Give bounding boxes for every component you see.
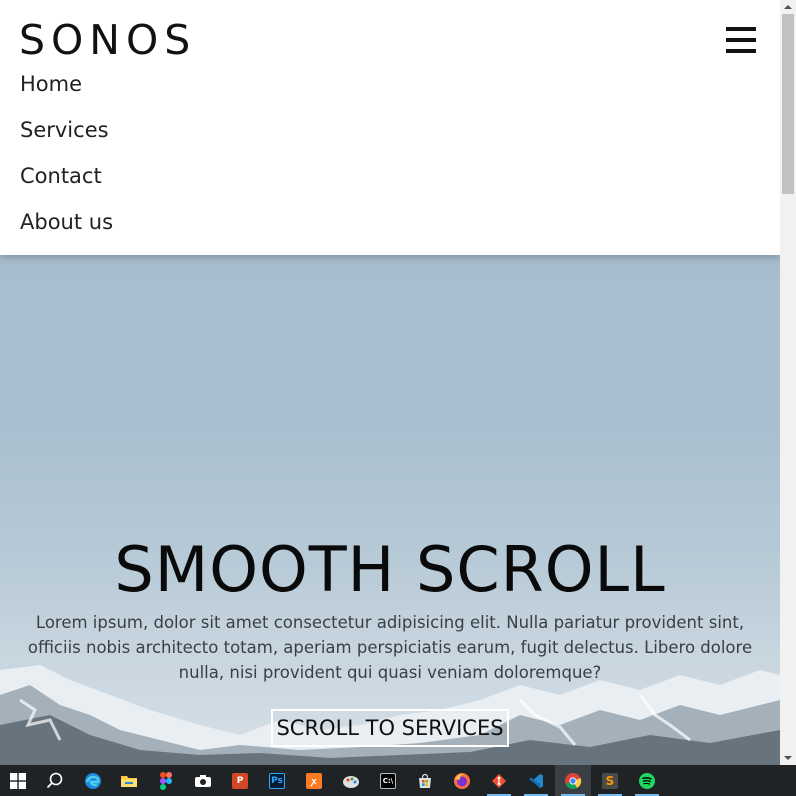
nav-item-services[interactable]: Services <box>20 118 113 164</box>
git-icon[interactable] <box>481 765 517 796</box>
windows-taskbar: P Ps ꭗ C:\ S <box>0 765 796 796</box>
nav-header: SONOS Home Services Contact About us <box>0 0 780 255</box>
nav-menu: Home Services Contact About us <box>20 72 113 256</box>
scroll-to-services-button[interactable]: SCROLL TO SERVICES <box>271 709 509 747</box>
scroll-down-arrow-icon[interactable] <box>780 751 796 765</box>
scroll-up-arrow-icon[interactable] <box>780 0 796 14</box>
paint-icon[interactable] <box>333 765 369 796</box>
camera-icon[interactable] <box>185 765 221 796</box>
xampp-icon[interactable]: ꭗ <box>296 765 332 796</box>
photoshop-icon[interactable]: Ps <box>259 765 295 796</box>
figma-icon[interactable] <box>148 765 184 796</box>
browser-viewport: SMOOTH SCROLL Lorem ipsum, dolor sit ame… <box>0 0 780 765</box>
powerpoint-icon[interactable]: P <box>222 765 258 796</box>
page-scrollbar[interactable] <box>780 0 796 765</box>
chrome-icon[interactable] <box>555 765 591 796</box>
nav-item-home[interactable]: Home <box>20 72 113 118</box>
file-explorer-icon[interactable] <box>111 765 147 796</box>
vscode-icon[interactable] <box>518 765 554 796</box>
nav-item-contact[interactable]: Contact <box>20 164 113 210</box>
search-icon[interactable] <box>37 765 73 796</box>
logo[interactable]: SONOS <box>19 16 196 64</box>
nav-item-about-us[interactable]: About us <box>20 210 113 256</box>
store-icon[interactable] <box>407 765 443 796</box>
spotify-icon[interactable] <box>629 765 665 796</box>
firefox-icon[interactable] <box>444 765 480 796</box>
terminal-icon[interactable]: C:\ <box>370 765 406 796</box>
hero-description: Lorem ipsum, dolor sit amet consectetur … <box>27 613 753 682</box>
sublime-text-icon[interactable]: S <box>592 765 628 796</box>
windows-start-icon[interactable] <box>0 765 36 796</box>
edge-browser-icon[interactable] <box>75 765 111 796</box>
hero-title: SMOOTH SCROLL <box>114 533 666 606</box>
hamburger-menu-icon[interactable] <box>726 27 756 53</box>
scrollbar-thumb[interactable] <box>782 14 794 194</box>
